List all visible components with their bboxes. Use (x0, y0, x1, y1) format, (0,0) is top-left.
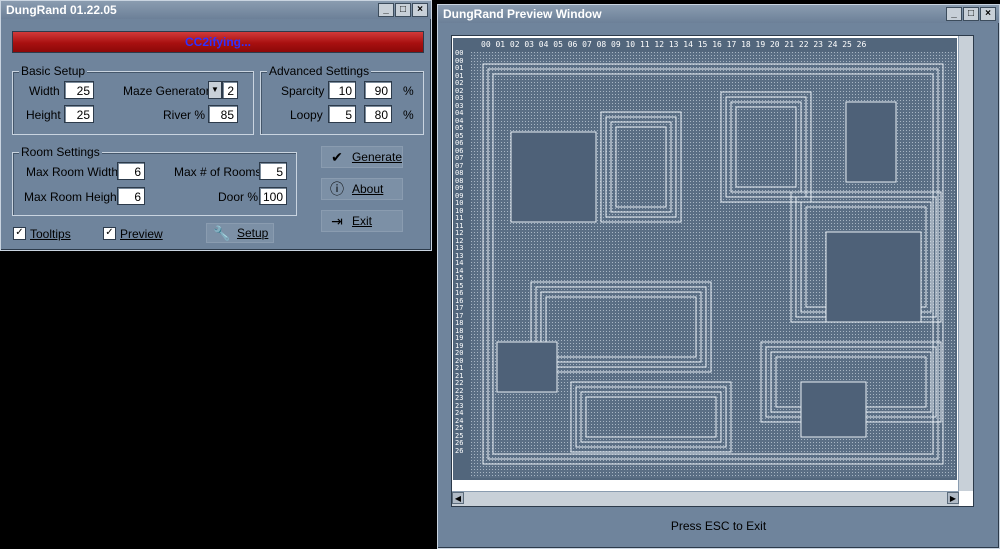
exit-door-icon: ⇥ (331, 212, 343, 229)
maze-drawing (471, 52, 955, 478)
height-label: Height (26, 108, 61, 122)
sparcity-min-input[interactable]: 10 (328, 81, 356, 99)
max-room-height-label: Max Room Height (24, 190, 121, 204)
press-esc-hint: Press ESC to Exit (670, 519, 767, 533)
room (496, 341, 558, 393)
door-label: Door % (218, 190, 259, 204)
max-room-width-label: Max Room Width (26, 165, 119, 179)
sparcity-percent: % (403, 84, 414, 98)
close-button[interactable]: × (412, 3, 428, 17)
preview-canvas[interactable]: 00 01 02 03 04 05 06 07 08 09 10 11 12 1… (451, 35, 974, 507)
sparcity-label: Sparcity (281, 84, 325, 98)
horizontal-scrollbar[interactable]: ◀ ▶ (452, 491, 959, 506)
max-rooms-label: Max # of Rooms (174, 165, 262, 179)
width-label: Width (29, 84, 60, 98)
room (845, 101, 897, 183)
wrench-icon: 🔧 (213, 224, 231, 241)
preview-title: DungRand Preview Window (443, 7, 602, 21)
max-room-height-input[interactable]: 6 (117, 187, 145, 205)
room-settings-title: Room Settings (19, 145, 102, 159)
main-window: DungRand 01.22.05 _ □ × CC2ifying... Bas… (0, 0, 432, 251)
maze-generator-dropdown-icon[interactable]: ▼ (208, 81, 222, 99)
max-rooms-input[interactable]: 5 (259, 162, 287, 180)
preview-window: DungRand Preview Window _ □ × 00 01 02 0… (437, 4, 1000, 549)
loopy-max-input[interactable]: 80 (364, 105, 392, 123)
room (800, 381, 867, 438)
maximize-button[interactable]: □ (395, 3, 411, 17)
room-settings-group: Room Settings (12, 145, 297, 216)
max-room-width-input[interactable]: 6 (117, 162, 145, 180)
room (825, 231, 922, 323)
exit-label: Exit (352, 214, 373, 228)
status-progress-bar: CC2ifying... (12, 31, 424, 53)
minimize-button[interactable]: _ (378, 3, 394, 17)
tooltips-label: Tooltips (30, 227, 71, 241)
room (510, 131, 597, 223)
main-title: DungRand 01.22.05 (6, 3, 117, 17)
row-numbers: 00 00 01 01 02 02 03 03 04 04 05 05 06 06 07 07 08 08 09 09… (455, 49, 471, 455)
exit-button[interactable]: ⇥ Exit (321, 210, 403, 232)
main-titlebar[interactable]: DungRand 01.22.05 _ □ × (1, 1, 431, 19)
about-button[interactable]: ⓘ About (321, 178, 403, 200)
preview-close-button[interactable]: × (980, 7, 996, 21)
width-input[interactable]: 25 (64, 81, 94, 99)
about-label: About (352, 182, 384, 196)
river-input[interactable]: 85 (208, 105, 238, 123)
setup-label: Setup (237, 226, 269, 240)
generate-label: Generate (351, 150, 402, 164)
setup-button[interactable]: 🔧 Setup (206, 223, 274, 243)
preview-checkbox[interactable]: ✓ (103, 227, 116, 240)
vertical-scrollbar[interactable] (958, 36, 973, 491)
maze-generator-label: Maze Generator (123, 84, 210, 98)
info-icon: ⓘ (330, 181, 344, 197)
preview-maximize-button[interactable]: □ (963, 7, 979, 21)
scroll-right-arrow-icon[interactable]: ▶ (947, 492, 959, 504)
preview-minimize-button[interactable]: _ (946, 7, 962, 21)
sparcity-max-input[interactable]: 90 (364, 81, 392, 99)
checkmark-icon: ✔ (331, 148, 343, 165)
basic-setup-title: Basic Setup (19, 64, 88, 78)
preview-titlebar[interactable]: DungRand Preview Window _ □ × (438, 5, 999, 23)
door-input[interactable]: 100 (259, 187, 287, 205)
height-input[interactable]: 25 (64, 105, 94, 123)
loopy-min-input[interactable]: 5 (328, 105, 356, 123)
dungeon-map: 00 01 02 03 04 05 06 07 08 09 10 11 12 1… (453, 38, 957, 480)
preview-label: Preview (120, 227, 163, 241)
scroll-left-arrow-icon[interactable]: ◀ (452, 492, 464, 504)
river-label: River % (163, 108, 206, 122)
row-number: 26 (455, 446, 464, 455)
maze-generator-input[interactable]: 2 (222, 81, 238, 99)
tooltips-checkbox[interactable]: ✓ (13, 227, 26, 240)
loopy-percent: % (403, 108, 414, 122)
loopy-label: Loopy (290, 108, 323, 122)
advanced-settings-title: Advanced Settings (267, 64, 372, 78)
column-numbers: 00 01 02 03 04 05 06 07 08 09 10 11 12 1… (481, 40, 867, 49)
generate-button[interactable]: ✔ Generate (321, 146, 403, 168)
